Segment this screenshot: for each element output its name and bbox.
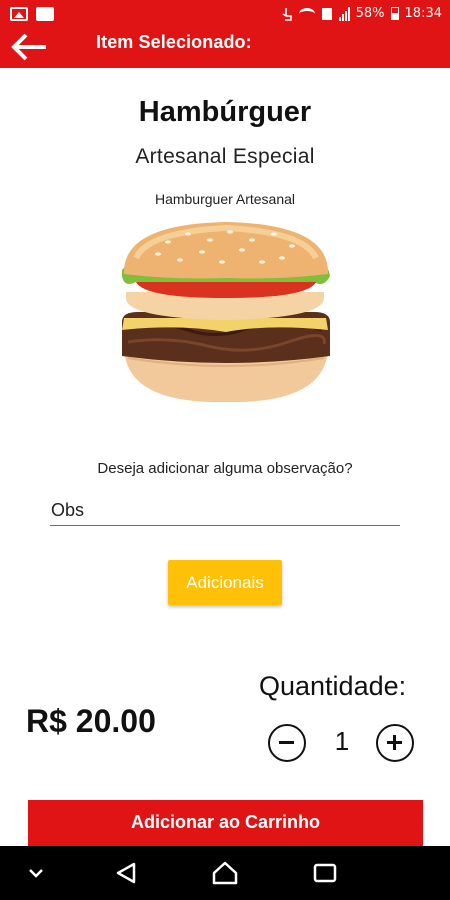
quantity-value: 1	[334, 726, 350, 756]
add-to-cart-button[interactable]: Adicionar ao Carrinho	[28, 800, 423, 848]
clock: 18:34	[404, 6, 442, 21]
hamburger-image	[122, 222, 330, 403]
observation-input[interactable]	[50, 496, 400, 526]
battery-icon	[390, 7, 399, 20]
wifi-icon	[298, 7, 315, 20]
plus-circle-icon[interactable]	[376, 724, 414, 762]
quantity-stepper: 1	[266, 722, 416, 764]
product-name: Hambúrguer	[138, 96, 312, 128]
observation-question: Deseja adicionar alguma observação?	[97, 460, 353, 477]
addons-button[interactable]: Adicionais	[168, 560, 282, 605]
back-triangle-icon[interactable]	[96, 846, 156, 900]
system-nav-bar	[0, 846, 450, 900]
product-description: Hamburguer Artesanal	[154, 191, 296, 207]
quantity-label: Quantidade:	[259, 671, 407, 701]
minus-circle-icon[interactable]	[268, 724, 306, 762]
app-bar: Item Selecionado:	[0, 30, 450, 68]
page-title: Item Selecionado:	[96, 32, 252, 52]
battery-percent: 58%	[355, 6, 385, 21]
arrow-left-icon	[11, 33, 46, 61]
image-notification-icon	[10, 7, 28, 21]
chevron-down-icon[interactable]	[6, 846, 66, 900]
data-icon	[321, 7, 333, 21]
price: R$ 20.00	[26, 703, 156, 739]
status-notifications	[10, 7, 54, 21]
home-icon[interactable]	[195, 846, 255, 900]
touch-icon	[281, 7, 293, 21]
activity-notification-icon	[36, 7, 54, 21]
signal-icon	[338, 6, 350, 21]
status-system: 58% 18:34	[281, 6, 442, 21]
recents-icon[interactable]	[295, 846, 355, 900]
status-bar: 58% 18:34	[0, 0, 450, 30]
product-subtitle: Artesanal Especial	[135, 145, 315, 168]
back-button[interactable]	[10, 32, 50, 64]
